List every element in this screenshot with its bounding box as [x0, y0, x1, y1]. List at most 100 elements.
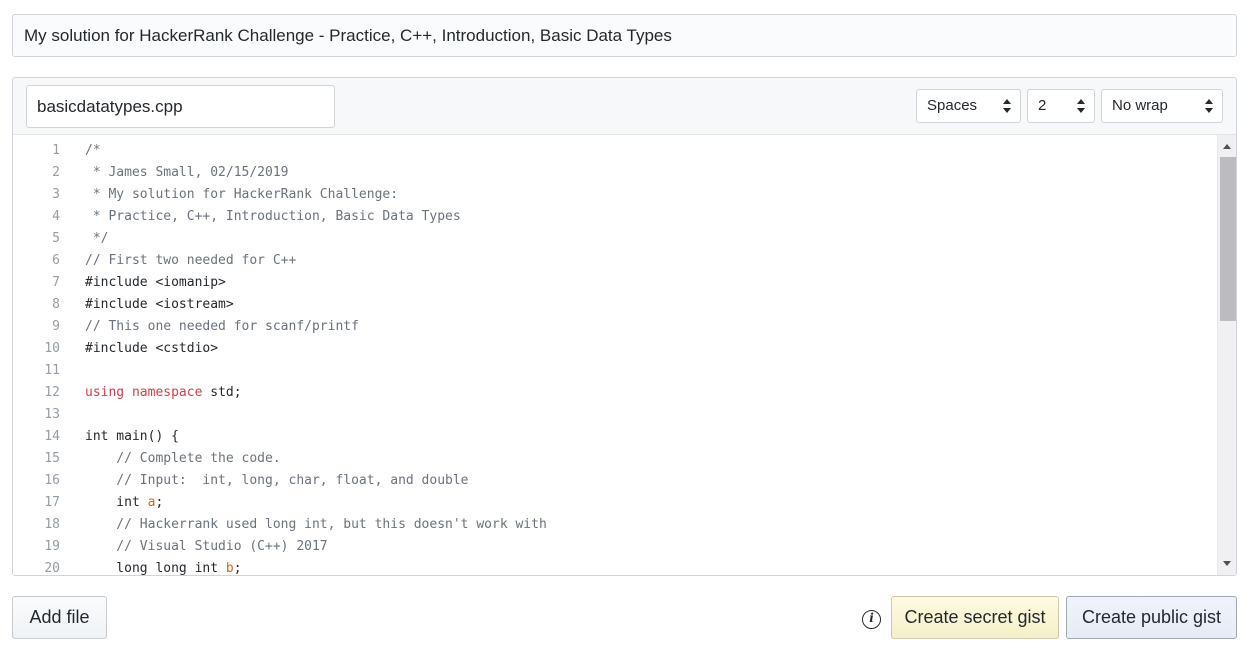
- line-number: 14: [44, 429, 60, 444]
- code-token: // Hackerrank used long int, but this do…: [85, 517, 547, 532]
- line-number: 6: [52, 253, 60, 268]
- code-token: ;: [155, 495, 164, 510]
- code-line: 4 * Practice, C++, Introduction, Basic D…: [13, 206, 1216, 228]
- code-token: */: [85, 231, 109, 246]
- code-token: /*: [85, 143, 101, 158]
- line-number: 12: [44, 385, 60, 400]
- line-number: 13: [44, 407, 60, 422]
- line-number: 18: [44, 517, 60, 532]
- add-file-button[interactable]: Add file: [12, 596, 107, 639]
- code-token: // This one needed for scanf/printf: [85, 319, 359, 334]
- code-line: 18 // Hackerrank used long int, but this…: [13, 514, 1216, 536]
- select-arrows-icon: [1205, 99, 1213, 113]
- scrollbar-thumb[interactable]: [1220, 157, 1236, 321]
- code-token: * James Small, 02/15/2019: [85, 165, 289, 180]
- line-code: */: [60, 228, 109, 250]
- create-public-gist-button[interactable]: Create public gist: [1066, 596, 1237, 639]
- gist-description-input[interactable]: My solution for HackerRank Challenge - P…: [12, 14, 1237, 57]
- create-secret-gist-button[interactable]: Create secret gist: [891, 596, 1059, 639]
- code-token: #include <iostream>: [85, 297, 234, 312]
- line-code: // Visual Studio (C++) 2017: [60, 536, 328, 558]
- line-code: int a;: [60, 492, 163, 514]
- code-line: 6 // First two needed for C++: [13, 250, 1216, 272]
- code-line: 10 #include <cstdio>: [13, 338, 1216, 360]
- code-editor[interactable]: 1 /* 2 * James Small, 02/15/2019 3 * My sol…: [13, 135, 1236, 575]
- code-token: * Practice, C++, Introduction, Basic Dat…: [85, 209, 461, 224]
- code-line: 19 // Visual Studio (C++) 2017: [13, 536, 1216, 558]
- line-code: * James Small, 02/15/2019: [60, 162, 289, 184]
- line-code: using namespace std;: [60, 382, 242, 404]
- line-number: 7: [52, 275, 60, 290]
- code-line: 7 #include <iomanip>: [13, 272, 1216, 294]
- code-line: 20 long long int b;: [13, 558, 1216, 575]
- code-token: #include <cstdio>: [85, 341, 219, 356]
- line-number: 5: [52, 231, 60, 246]
- line-number: 15: [44, 451, 60, 466]
- code-line: 9 // This one needed for scanf/printf: [13, 316, 1216, 338]
- line-number: 11: [44, 363, 60, 378]
- code-line: 15 // Complete the code.: [13, 448, 1216, 470]
- code-token: // First two needed for C++: [85, 253, 297, 268]
- line-code: // First two needed for C++: [60, 250, 296, 272]
- line-code: // This one needed for scanf/printf: [60, 316, 359, 338]
- indent-mode-value: Spaces: [927, 97, 978, 114]
- wrap-mode-value: No wrap: [1112, 97, 1168, 114]
- code-line: 3 * My solution for HackerRank Challenge…: [13, 184, 1216, 206]
- code-token: long long int: [85, 561, 226, 575]
- code-line: 11: [13, 360, 1216, 382]
- line-code: // Complete the code.: [60, 448, 281, 470]
- editor-scrollbar[interactable]: [1217, 135, 1236, 575]
- code-token: std;: [202, 385, 242, 400]
- code-line: 8 #include <iostream>: [13, 294, 1216, 316]
- code-token: ;: [233, 561, 242, 575]
- file-header: basicdatatypes.cpp Spaces 2 No wrap: [13, 78, 1236, 135]
- line-number: 2: [52, 165, 60, 180]
- code-line: 13: [13, 404, 1216, 426]
- line-number: 1: [52, 143, 60, 158]
- line-code: long long int b;: [60, 558, 242, 575]
- select-arrows-icon: [1077, 99, 1085, 113]
- code-token: namespace: [131, 385, 203, 400]
- select-arrows-icon: [1003, 99, 1011, 113]
- line-code: * Practice, C++, Introduction, Basic Dat…: [60, 206, 461, 228]
- line-number: 20: [44, 561, 60, 575]
- code-token: // Input: int, long, char, float, and do…: [85, 473, 469, 488]
- wrap-mode-select[interactable]: No wrap: [1101, 89, 1223, 123]
- filename-input[interactable]: basicdatatypes.cpp: [26, 85, 335, 128]
- code-line: 12 using namespace std;: [13, 382, 1216, 404]
- code-line: 1 /*: [13, 140, 1216, 162]
- line-code: // Input: int, long, char, float, and do…: [60, 470, 469, 492]
- line-code: * My solution for HackerRank Challenge:: [60, 184, 398, 206]
- line-number: 8: [52, 297, 60, 312]
- code-line: 16 // Input: int, long, char, float, and…: [13, 470, 1216, 492]
- code-token: b: [225, 561, 234, 575]
- code-line: 5 */: [13, 228, 1216, 250]
- code-token: // Visual Studio (C++) 2017: [85, 539, 328, 554]
- line-code: // Hackerrank used long int, but this do…: [60, 514, 547, 536]
- line-code: #include <iomanip>: [60, 272, 226, 294]
- line-code: #include <iostream>: [60, 294, 234, 316]
- code-line: 14 int main() {: [13, 426, 1216, 448]
- indent-mode-select[interactable]: Spaces: [916, 89, 1021, 123]
- line-number: 4: [52, 209, 60, 224]
- line-code: int main() {: [60, 426, 179, 448]
- line-code: /*: [60, 140, 101, 162]
- info-icon[interactable]: i: [862, 610, 881, 629]
- code-token: int main() {: [85, 429, 179, 444]
- gist-file-editor: basicdatatypes.cpp Spaces 2 No wrap 1 /* 2…: [12, 77, 1237, 576]
- line-number: 16: [44, 473, 60, 488]
- indent-size-select[interactable]: 2: [1027, 89, 1095, 123]
- code-token: // Complete the code.: [85, 451, 281, 466]
- line-number: 19: [44, 539, 60, 554]
- code-token: using: [85, 385, 125, 400]
- code-token: * My solution for HackerRank Challenge:: [85, 187, 399, 202]
- code-token: int: [85, 495, 148, 510]
- line-code: #include <cstdio>: [60, 338, 218, 360]
- scroll-down-arrow-icon[interactable]: [1223, 561, 1231, 566]
- line-number: 10: [44, 341, 60, 356]
- scroll-up-arrow-icon[interactable]: [1223, 144, 1231, 149]
- indent-size-value: 2: [1038, 97, 1047, 114]
